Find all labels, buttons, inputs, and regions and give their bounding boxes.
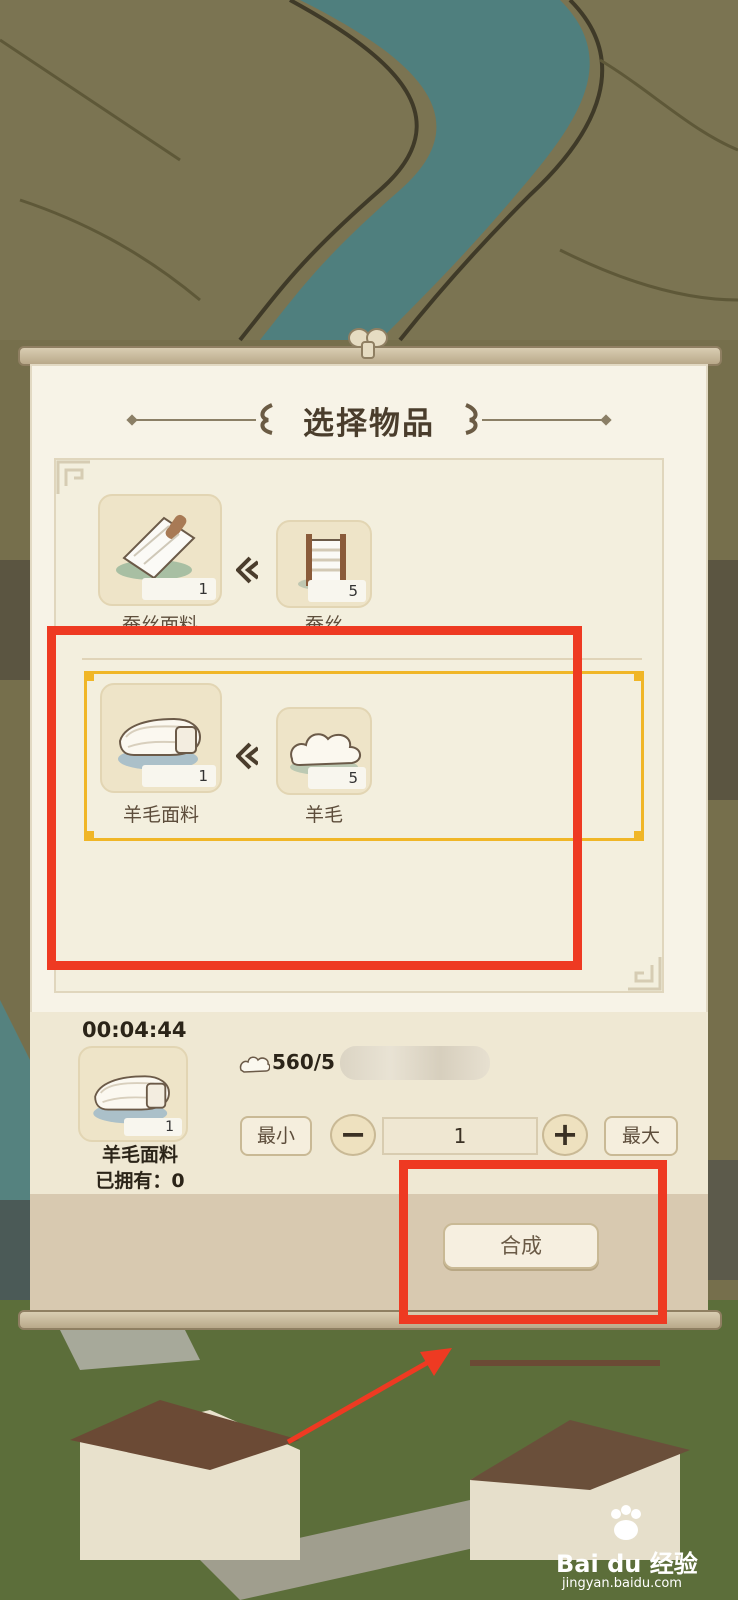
watermark-url: jingyan.baidu.com (562, 1576, 682, 1591)
output-product-card: 1 (78, 1046, 188, 1142)
minus-button[interactable]: − (330, 1114, 376, 1156)
ribbon-knot-icon (348, 328, 388, 359)
quantity-field[interactable]: 1 (382, 1117, 538, 1155)
frame-corner (634, 831, 644, 841)
dialog-title: 选择物品 (303, 406, 435, 442)
arrow-left-icon (236, 556, 258, 584)
resource-amount: 560/5 (272, 1050, 335, 1074)
min-button[interactable]: 最小 (240, 1116, 312, 1156)
paw-logo-icon (611, 1505, 641, 1540)
production-timer: 00:04:44 (82, 1018, 187, 1042)
product-card[interactable]: 1 (98, 494, 222, 606)
blurred-region (340, 1046, 490, 1080)
output-product-name: 羊毛面料 (101, 1144, 178, 1166)
wool-resource-icon (239, 1056, 270, 1073)
frame-corner (634, 671, 644, 681)
watermark-brand: Bai du 经验 (556, 1550, 698, 1578)
plus-button[interactable]: + (542, 1114, 588, 1156)
ingredient-card[interactable]: 5 (276, 520, 372, 608)
corner-ornament-bottom-right (628, 957, 662, 991)
corner-ornament-top-left (56, 460, 90, 494)
highlight-box-synthesize (399, 1160, 667, 1324)
dialog-header: 选择物品 (30, 396, 708, 444)
output-count: 1 (124, 1118, 182, 1136)
silk-fabric-icon (116, 514, 196, 580)
owned-count: 已拥有：0 (95, 1170, 185, 1192)
highlight-box-recipe (47, 626, 582, 970)
baidu-jingyan-watermark: Bai du 经验 jingyan.baidu.com (556, 1500, 732, 1596)
product-count: 1 (142, 578, 216, 600)
max-button[interactable]: 最大 (604, 1116, 678, 1156)
ingredient-count: 5 (308, 580, 366, 602)
